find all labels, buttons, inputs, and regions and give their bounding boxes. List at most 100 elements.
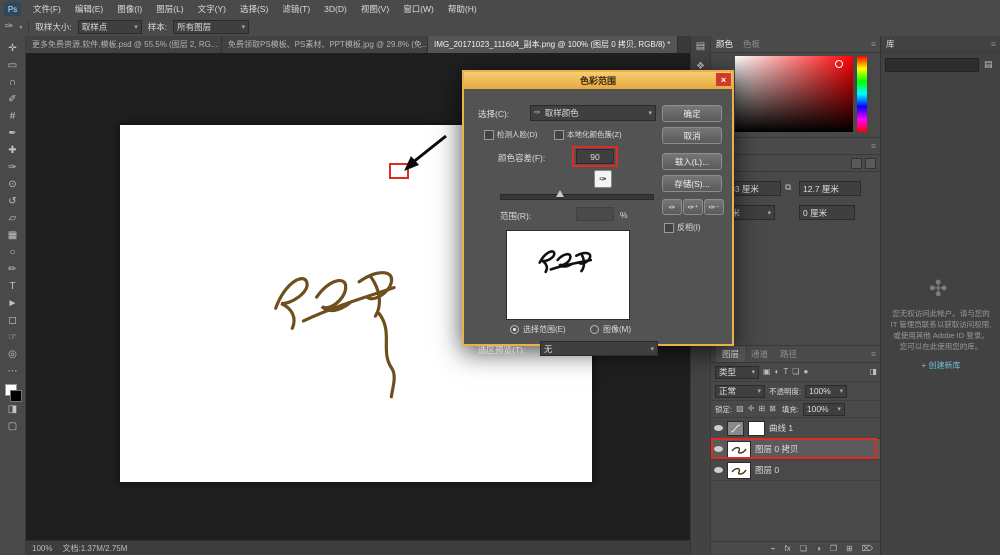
tab-paths[interactable]: 路径 [774, 348, 803, 360]
layer-row-curves[interactable]: 曲线 1 [711, 418, 881, 439]
lock-pixels-icon[interactable]: ✛ [748, 405, 755, 413]
layer-mask-thumbnail[interactable] [748, 421, 765, 436]
adjustment-filter-icon[interactable]: ◐ [775, 368, 780, 376]
lock-all-icon[interactable]: ⊠ [769, 405, 776, 413]
library-view-icon[interactable]: ▤ [984, 60, 993, 69]
tab-swatches[interactable]: 色板 [743, 38, 760, 50]
tab-layers[interactable]: 图层 [716, 346, 745, 362]
layer-name[interactable]: 图层 0 [755, 464, 779, 476]
library-search-input[interactable] [885, 58, 979, 72]
path-select-tool-icon[interactable]: ► [0, 295, 26, 312]
selection-preview-dropdown[interactable]: 无 ▾ [540, 341, 658, 356]
menu-item-view[interactable]: 视图(V) [355, 3, 395, 15]
edit-toolbar-icon[interactable]: ⋯ [0, 363, 26, 380]
history-brush-tool-icon[interactable]: ↺ [0, 193, 26, 210]
menu-item-type[interactable]: 文字(Y) [192, 3, 232, 15]
history-panel-icon[interactable]: ▤ [696, 42, 705, 52]
tool-preset-arrow-icon[interactable]: ▾ [19, 24, 22, 31]
link-dimensions-icon[interactable]: ⧉ [785, 183, 791, 192]
adjustments-panel-header[interactable]: 调整 ≡ [711, 138, 881, 155]
quick-selection-tool-icon[interactable]: ✐ [0, 91, 26, 108]
visibility-eye-icon[interactable] [714, 446, 723, 452]
menu-item-select[interactable]: 选择(S) [234, 3, 274, 15]
layer-name[interactable]: 图层 0 拷贝 [755, 443, 798, 455]
shape-filter-icon[interactable]: ❏ [792, 368, 799, 376]
type-tool-icon[interactable]: T [0, 278, 26, 295]
zoom-level[interactable]: 100% [32, 544, 52, 553]
fuzziness-slider-track[interactable] [500, 194, 654, 200]
tab-channels[interactable]: 通道 [745, 348, 774, 360]
invert-checkbox[interactable]: 反相(I) [664, 222, 701, 233]
dialog-close-button[interactable]: × [716, 73, 731, 86]
blur-tool-icon[interactable]: ○ [0, 244, 26, 261]
smartobject-filter-icon[interactable]: ● [803, 368, 808, 376]
hand-tool-icon[interactable]: ☞ [0, 329, 26, 346]
tab-color[interactable]: 颜色 [716, 38, 733, 50]
lock-position-icon[interactable]: ⊞ [758, 405, 765, 413]
offset-field[interactable]: 0 厘米 [799, 205, 855, 220]
panel-menu-icon[interactable]: ≡ [871, 141, 876, 151]
properties-header-icon[interactable] [851, 158, 862, 169]
pixel-filter-icon[interactable]: ▣ [763, 368, 771, 376]
menu-item-image[interactable]: 图像(I) [111, 3, 148, 15]
new-layer-icon[interactable]: ⊞ [846, 545, 853, 553]
layer-thumbnail[interactable] [727, 441, 751, 458]
eyedropper-tool-icon[interactable]: ✑ [5, 22, 13, 32]
fuzziness-input[interactable]: 90 [576, 149, 614, 164]
fuzziness-slider-thumb[interactable] [556, 190, 564, 197]
save-button[interactable]: 存储(S)... [662, 175, 722, 192]
opacity-field[interactable]: 100% ▾ [805, 385, 847, 398]
clone-stamp-tool-icon[interactable]: ⊙ [0, 176, 26, 193]
crop-tool-icon[interactable]: # [0, 108, 26, 125]
brush-tool-icon[interactable]: ✑ [0, 159, 26, 176]
filter-toggle-icon[interactable]: ◨ [869, 368, 877, 376]
layer-row-layer0[interactable]: 图层 0 [711, 460, 881, 481]
select-dropdown[interactable]: ✑ 取样颜色 ▾ [530, 105, 656, 121]
background-color-swatch[interactable] [10, 390, 22, 402]
layer-effects-icon[interactable]: fx [785, 545, 791, 553]
menu-item-file[interactable]: 文件(F) [27, 3, 67, 15]
shape-tool-icon[interactable]: ◻ [0, 312, 26, 329]
menu-item-3d[interactable]: 3D(D) [318, 4, 353, 14]
cancel-button[interactable]: 取消 [662, 127, 722, 144]
height-field[interactable]: 12.7 厘米 [799, 181, 861, 196]
sample-dropdown[interactable]: 所有图层 ▾ [173, 20, 249, 34]
menu-item-window[interactable]: 窗口(W) [397, 3, 440, 15]
link-layers-icon[interactable]: ⌁ [771, 545, 776, 553]
document-tab-1[interactable]: 更多免费资源,软件,模板.psd @ 55.5% (图层 2, RG... × [26, 36, 222, 53]
zoom-tool-icon[interactable]: ◎ [0, 346, 26, 363]
healing-tool-icon[interactable]: ✚ [0, 142, 26, 159]
pen-tool-icon[interactable]: ✏ [0, 261, 26, 278]
layer-row-layer0-copy-selected[interactable]: 图层 0 拷贝 [711, 439, 881, 460]
panel-menu-icon[interactable]: ≡ [871, 39, 876, 49]
menu-item-filter[interactable]: 滤镜(T) [276, 3, 316, 15]
hue-slider[interactable] [857, 56, 867, 132]
color-swatches[interactable] [5, 384, 21, 401]
new-group-icon[interactable]: ❐ [830, 545, 837, 553]
menu-item-help[interactable]: 帮助(H) [442, 3, 483, 15]
eraser-tool-icon[interactable]: ▱ [0, 210, 26, 227]
panel-menu-icon[interactable]: ≡ [991, 39, 996, 49]
panel-menu-icon[interactable]: ≡ [871, 349, 876, 359]
create-new-library-link[interactable]: + 创建新库 [881, 360, 1000, 371]
image-radio[interactable]: 图像(M) [590, 324, 631, 335]
color-field[interactable] [735, 56, 853, 132]
visibility-eye-icon[interactable] [714, 425, 723, 431]
layer-name[interactable]: 曲线 1 [769, 422, 793, 434]
screen-mode-icon[interactable]: ▢ [0, 418, 26, 435]
layer-filter-type-dropdown[interactable]: 类型 ▾ [715, 366, 759, 379]
add-mask-icon[interactable]: ❏ [800, 545, 807, 553]
properties-header-icon[interactable] [865, 158, 876, 169]
menu-item-edit[interactable]: 编辑(E) [69, 3, 109, 15]
localized-clusters-checkbox[interactable]: 本地化颜色簇(Z) [554, 129, 622, 140]
document-tab-2[interactable]: 免费领取PS模板、PS素材、PPT模板.jpg @ 29.8% (免... × [222, 36, 428, 53]
marquee-tool-icon[interactable]: ▭ [0, 57, 26, 74]
type-filter-icon[interactable]: T [783, 368, 788, 376]
fill-field[interactable]: 100% ▾ [803, 403, 845, 416]
eyedropper-tool-icon[interactable]: ✒ [0, 125, 26, 142]
lock-transparency-icon[interactable]: ▨ [736, 405, 744, 413]
gradient-tool-icon[interactable]: ▦ [0, 227, 26, 244]
sample-size-dropdown[interactable]: 取样点 ▾ [78, 20, 142, 34]
new-adjustment-icon[interactable]: ◑ [816, 545, 821, 553]
eyedropper-subtract-button[interactable]: ✑⁻ [704, 199, 724, 215]
